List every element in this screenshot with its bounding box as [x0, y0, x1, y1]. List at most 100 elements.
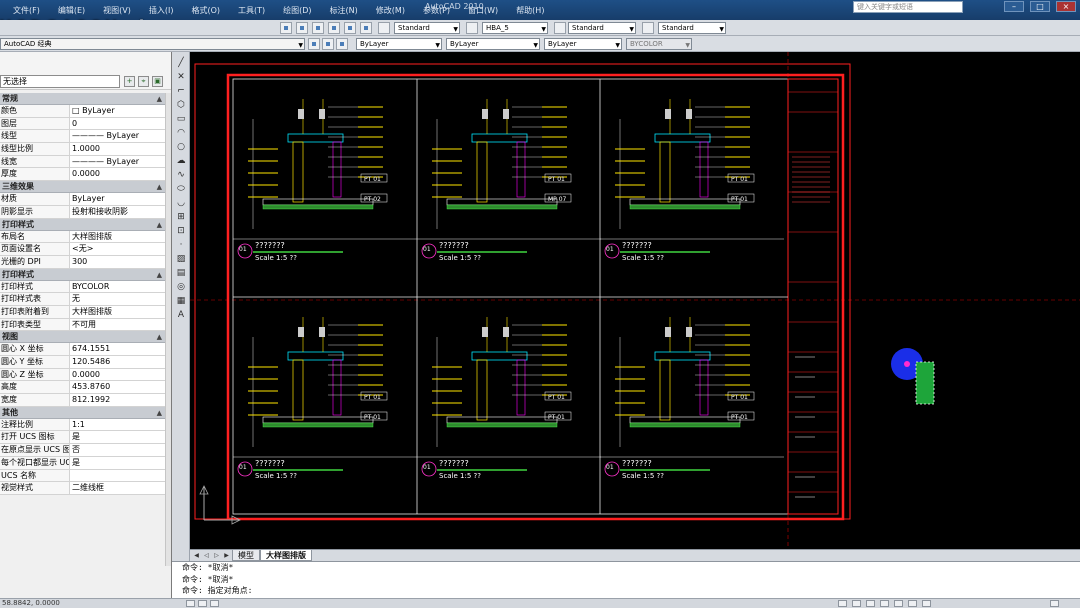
tab-last-icon[interactable]: ▶ [222, 551, 231, 560]
polyline-icon[interactable]: ⌐ [175, 86, 187, 97]
property-row[interactable]: 注释比例 1:1 [0, 418, 166, 432]
property-value[interactable]: 0 [70, 118, 166, 130]
property-value[interactable]: □ ByLayer [70, 105, 166, 117]
make-block-icon[interactable]: ⊡ [175, 226, 187, 237]
property-value[interactable]: 0.0000 [70, 168, 166, 180]
multileader-style-select[interactable]: Standard ▼ [658, 22, 726, 34]
properties-icon[interactable] [344, 22, 356, 34]
property-row[interactable]: 线宽 ———— ByLayer [0, 155, 166, 169]
layer-previous-icon[interactable] [336, 38, 348, 50]
grid-icon[interactable] [198, 600, 207, 607]
tab-model[interactable]: 模型 [232, 550, 260, 561]
collapse-icon[interactable]: ▲ [157, 269, 162, 281]
property-row[interactable]: 打印样式表无 [0, 293, 166, 306]
workspace-switch-icon[interactable] [908, 600, 917, 607]
text-style-icon[interactable] [378, 22, 390, 34]
toggle-pickadd-icon[interactable]: + [124, 76, 135, 87]
insert-block-icon[interactable]: ⊞ [175, 212, 187, 223]
mtext-icon[interactable]: A [175, 310, 187, 321]
property-value[interactable]: 是 [70, 457, 166, 469]
polygon-icon[interactable]: ⬡ [175, 100, 187, 111]
property-value[interactable]: BYCOLOR [70, 281, 166, 293]
selection-dropdown[interactable]: 无选择 [0, 75, 120, 88]
minimize-icon[interactable]: – [1004, 1, 1024, 12]
menu-tools[interactable]: 工具(T) [229, 5, 274, 16]
gradient-icon[interactable]: ▤ [175, 268, 187, 279]
lock-icon[interactable] [922, 600, 931, 607]
close-icon[interactable]: × [1056, 1, 1076, 12]
property-value[interactable]: 不可用 [70, 319, 166, 331]
property-value[interactable]: 是 [70, 431, 166, 443]
point-icon[interactable]: · [175, 240, 187, 251]
rectangle-icon[interactable]: ▭ [175, 114, 187, 125]
collapse-icon[interactable]: ▲ [157, 181, 162, 193]
collapse-icon[interactable]: ▲ [157, 331, 162, 343]
property-value[interactable]: 0.0000 [70, 369, 166, 381]
property-value[interactable]: 812.1992 [70, 394, 166, 406]
hatch-icon[interactable]: ▨ [175, 254, 187, 265]
property-row[interactable]: 打开 UCS 图标是 [0, 431, 166, 445]
pan-status-icon[interactable] [866, 600, 875, 607]
tab-layout[interactable]: 大样图排版 [260, 550, 312, 561]
plotstyle-select[interactable]: BYCOLOR ▼ [626, 38, 692, 50]
zoom-icon[interactable] [296, 22, 308, 34]
property-value[interactable]: 120.5486 [70, 356, 166, 368]
lineweight-select[interactable]: ByLayer ▼ [544, 38, 622, 50]
design-center-icon[interactable] [360, 22, 372, 34]
property-value[interactable] [70, 470, 166, 482]
property-value[interactable]: ———— ByLayer [70, 156, 166, 168]
property-row[interactable]: 圆心 Y 坐标 120.5486 [0, 356, 166, 369]
property-value[interactable]: 1:1 [70, 419, 166, 431]
property-value[interactable]: 否 [70, 444, 166, 456]
property-value[interactable]: <无> [70, 243, 166, 255]
drawing-canvas[interactable]: PT 01 PT 02 01??????? Scale 1:5 ?? PT 01 MP 0… [190, 52, 1080, 549]
property-row[interactable]: 光栅的 DPI 300 [0, 255, 166, 269]
annotation-scale-icon[interactable] [894, 600, 903, 607]
table-style-select[interactable]: Standard ▼ [568, 22, 636, 34]
property-row[interactable]: 打印表类型 不可用 [0, 318, 166, 332]
property-row[interactable]: 颜色 □ ByLayer [0, 105, 166, 118]
ellipse-icon[interactable]: ⬭ [175, 184, 187, 195]
spline-icon[interactable]: ∿ [175, 170, 187, 181]
property-value[interactable]: 二维线框 [70, 482, 166, 494]
zoom-status-icon[interactable] [880, 600, 889, 607]
property-value[interactable]: 无 [70, 293, 166, 305]
circle-icon[interactable]: ○ [175, 142, 187, 153]
palette-scrollbar[interactable] [165, 93, 171, 566]
property-row[interactable]: 阴影显示 投射和接收阴影 [0, 205, 166, 219]
property-row[interactable]: 布局名 大样图排版 [0, 230, 166, 244]
dim-style-icon[interactable] [466, 22, 478, 34]
property-value[interactable]: ByLayer [70, 193, 166, 205]
command-line[interactable]: 命令: *取消* 命令: *取消* 命令: 指定对角点: [172, 561, 1080, 598]
zoom-previous-icon[interactable] [328, 22, 340, 34]
property-value[interactable]: 大样图排版 [70, 231, 166, 243]
zoom-window-icon[interactable] [312, 22, 324, 34]
pan-icon[interactable] [280, 22, 292, 34]
property-section[interactable]: 其他 ▲ [0, 406, 166, 419]
property-row[interactable]: 厚度 0.0000 [0, 168, 166, 182]
property-section[interactable]: 常规 ▲ [0, 93, 166, 105]
property-value[interactable]: ———— ByLayer [70, 130, 166, 142]
menu-draw[interactable]: 绘图(D) [274, 5, 320, 16]
color-select[interactable]: ByLayer ▼ [356, 38, 442, 50]
property-section[interactable]: 视图 ▲ [0, 331, 166, 344]
multileader-style-icon[interactable] [642, 22, 654, 34]
quick-view-icon[interactable] [852, 600, 861, 607]
collapse-icon[interactable]: ▲ [157, 219, 162, 231]
layer-manager-icon[interactable] [308, 38, 320, 50]
tab-first-icon[interactable]: ◀ [192, 551, 201, 560]
region-icon[interactable]: ◎ [175, 282, 187, 293]
collapse-icon[interactable]: ▲ [157, 407, 162, 419]
workspace-select[interactable]: AutoCAD 经典 ▼ [0, 38, 305, 50]
property-section[interactable]: 三维效果 ▲ [0, 181, 166, 194]
property-row[interactable]: 材质 ByLayer [0, 193, 166, 206]
quick-select-icon[interactable]: ▣ [152, 76, 163, 87]
property-value[interactable]: 投射和接收阴影 [70, 206, 166, 218]
property-row[interactable]: 线型比例 1.0000 [0, 143, 166, 156]
menu-dimension[interactable]: 标注(N) [321, 5, 367, 16]
property-row[interactable]: 高度 453.8760 [0, 381, 166, 395]
linetype-select[interactable]: ByLayer ▼ [446, 38, 540, 50]
table-style-icon[interactable] [554, 22, 566, 34]
ellipse-arc-icon[interactable]: ◡ [175, 198, 187, 209]
property-row[interactable]: 圆心 Z 坐标 0.0000 [0, 368, 166, 382]
